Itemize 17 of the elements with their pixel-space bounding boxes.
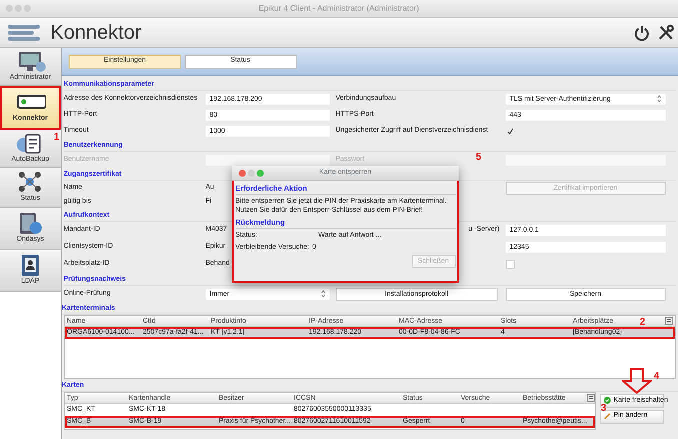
annotation-arrow xyxy=(622,368,652,394)
annotation-number: 1 xyxy=(54,133,60,143)
updown-icon xyxy=(320,290,326,298)
annotation-number: 4 xyxy=(654,372,660,382)
column-menu-icon[interactable] xyxy=(665,317,673,325)
tools-icon[interactable] xyxy=(656,24,674,42)
pencil-icon xyxy=(604,413,611,420)
annotation-number: 5 xyxy=(476,153,482,163)
input-field[interactable] xyxy=(206,154,330,166)
column-menu-icon[interactable] xyxy=(587,394,595,402)
window-title: Epikur 4 Client - Administrator (Administrator) xyxy=(258,2,420,14)
check-icon xyxy=(604,397,611,404)
checkbox[interactable] xyxy=(506,126,515,136)
updown-icon xyxy=(656,95,662,103)
annotation-number: 2 xyxy=(640,318,646,328)
power-icon[interactable] xyxy=(634,24,650,40)
page-title: Konnektor xyxy=(50,22,142,42)
